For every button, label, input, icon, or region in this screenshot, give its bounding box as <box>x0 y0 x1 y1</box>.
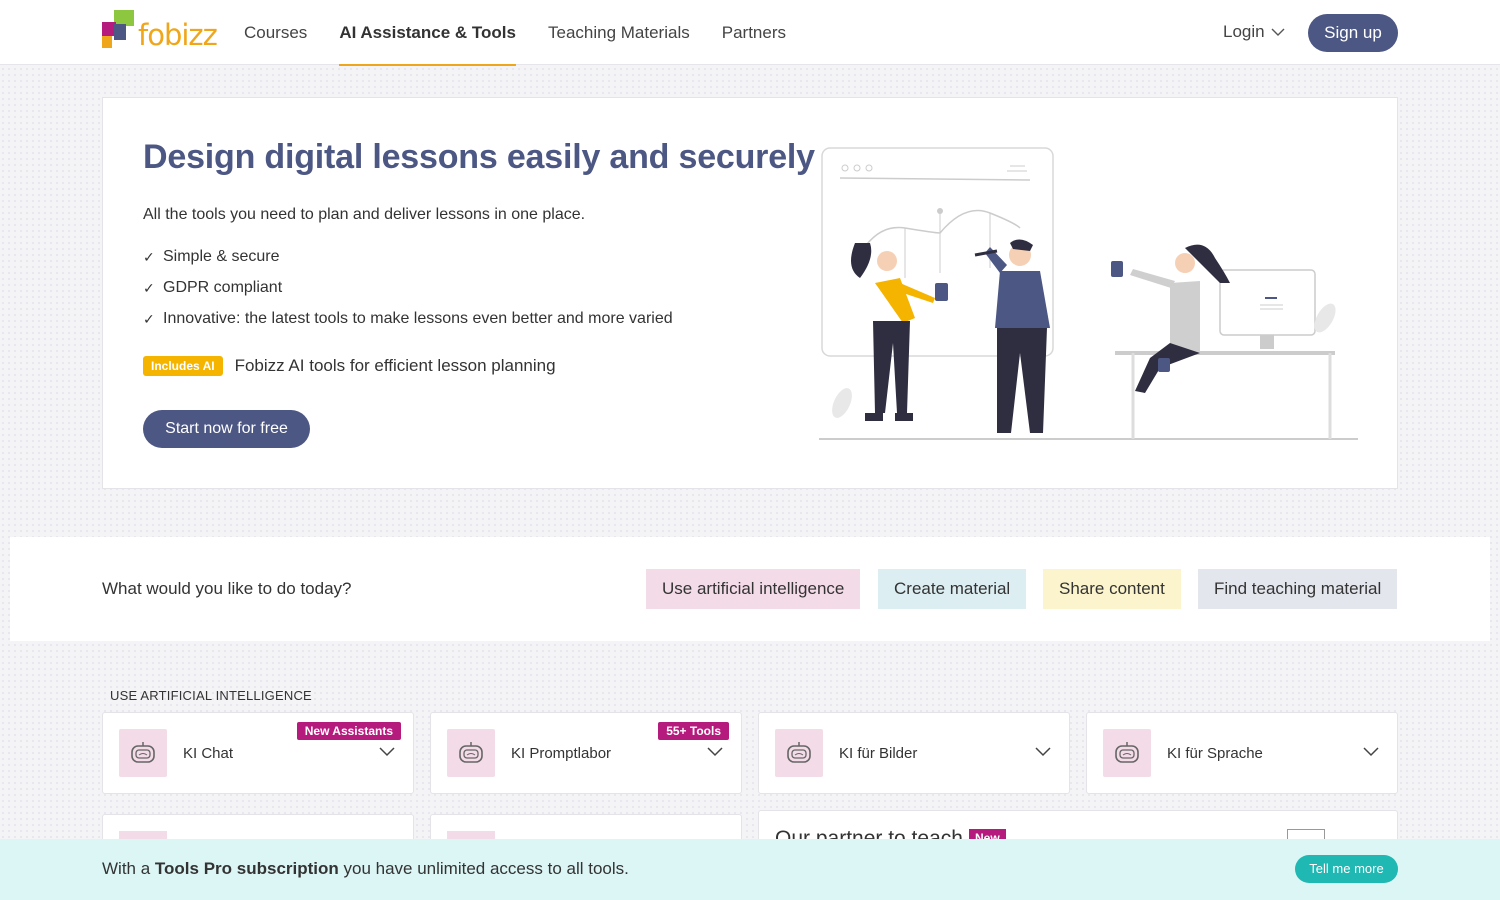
feature-item: ✓ Simple & secure <box>143 248 280 266</box>
card-label: KI für Sprache <box>1167 745 1263 762</box>
login-dropdown[interactable]: Login <box>1223 22 1285 42</box>
card-tag: 55+ Tools <box>658 722 729 740</box>
logo-wordmark: fobizz <box>138 18 218 52</box>
start-free-button[interactable]: Start now for free <box>143 410 310 448</box>
hero-illustration <box>819 147 1358 440</box>
card-tag: New Assistants <box>296 722 401 740</box>
today-band: What would you like to do today? Use art… <box>10 537 1490 641</box>
signup-button[interactable]: Sign up <box>1308 14 1398 52</box>
card-ki-bilder[interactable]: KI für Bilder <box>758 712 1070 794</box>
feature-text: GDPR compliant <box>163 279 283 296</box>
banner-bold: Tools Pro subscription <box>154 859 339 878</box>
chip-create-material[interactable]: Create material <box>878 569 1027 609</box>
card-ki-promptlabor[interactable]: KI Promptlabor 55+ Tools <box>430 712 742 794</box>
today-question: What would you like to do today? <box>102 579 352 598</box>
check-icon: ✓ <box>143 248 155 265</box>
section-title: USE ARTIFICIAL INTELLIGENCE <box>110 688 312 703</box>
includes-ai-badge: Includes AI <box>143 356 223 376</box>
hero-card: Design digital lessons easily and secure… <box>102 97 1398 489</box>
feature-item: ✓ Innovative: the latest tools to make l… <box>143 310 673 328</box>
robot-icon <box>775 729 823 777</box>
logo-square-blue <box>114 24 126 40</box>
robot-icon <box>119 729 167 777</box>
chevron-down-icon <box>379 747 395 757</box>
chevron-down-icon <box>1271 28 1285 36</box>
nav-teaching-materials[interactable]: Teaching Materials <box>548 0 690 65</box>
banner-text: With a Tools Pro subscription you have u… <box>102 859 629 878</box>
hero-lead: All the tools you need to plan and deliv… <box>143 206 586 223</box>
chip-share-content[interactable]: Share content <box>1043 569 1181 609</box>
nav-partners[interactable]: Partners <box>722 0 786 65</box>
chevron-down-icon <box>707 747 723 757</box>
chevron-down-icon <box>1035 747 1051 757</box>
feature-item: ✓ GDPR compliant <box>143 279 282 297</box>
card-label: KI für Bilder <box>839 745 918 762</box>
logo-square-orange <box>102 36 112 48</box>
feature-text: Simple & secure <box>163 248 280 265</box>
ai-text: Fobizz AI tools for efficient lesson pla… <box>234 356 556 375</box>
chip-use-ai[interactable]: Use artificial intelligence <box>646 569 861 609</box>
card-label: KI Chat <box>183 745 234 762</box>
card-ki-sprache[interactable]: KI für Sprache <box>1086 712 1398 794</box>
card-ki-chat[interactable]: KI Chat New Assistants <box>102 712 414 794</box>
ai-row: Includes AI Fobizz AI tools for efficien… <box>143 356 556 376</box>
nav-ai-assistance-tools[interactable]: AI Assistance & Tools <box>339 0 516 66</box>
login-label: Login <box>1223 22 1265 41</box>
main-nav: Courses AI Assistance & Tools Teaching M… <box>244 0 818 66</box>
top-header: fobizz Courses AI Assistance & Tools Tea… <box>0 0 1500 66</box>
nav-courses[interactable]: Courses <box>244 0 307 65</box>
tell-me-more-button[interactable]: Tell me more <box>1295 855 1398 883</box>
check-icon: ✓ <box>143 310 155 327</box>
chevron-down-icon <box>1363 747 1379 757</box>
card-label: KI Promptlabor <box>511 745 612 762</box>
feature-text: Innovative: the latest tools to make les… <box>163 310 673 327</box>
chip-find-material[interactable]: Find teaching material <box>1198 569 1398 609</box>
robot-icon <box>1103 729 1151 777</box>
robot-icon <box>447 729 495 777</box>
fobizz-logo[interactable]: fobizz <box>102 10 218 56</box>
hero-title: Design digital lessons easily and secure… <box>143 138 815 176</box>
check-icon: ✓ <box>143 279 155 296</box>
subscription-banner: With a Tools Pro subscription you have u… <box>0 839 1500 900</box>
